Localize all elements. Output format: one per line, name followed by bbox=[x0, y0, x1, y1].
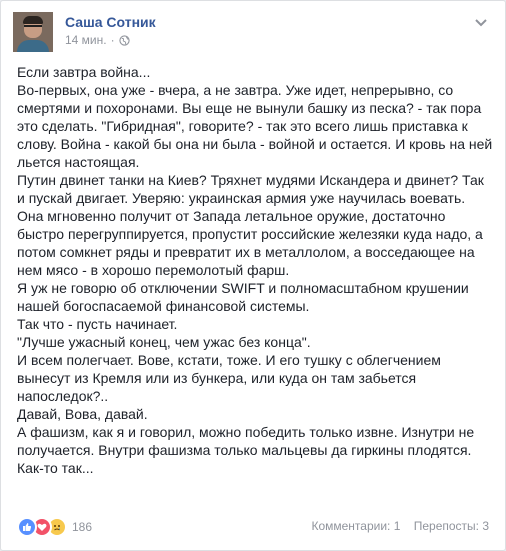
post-paragraph: Как-то так... bbox=[17, 460, 94, 476]
post-paragraph: Так что - пусть начинает. bbox=[17, 316, 178, 332]
comments-count-link[interactable]: Комментарии: 1 bbox=[311, 519, 400, 533]
post-paragraph: "Лучше ужасный конец, чем ужас без конца… bbox=[17, 334, 311, 350]
reactions-summary[interactable]: 186 bbox=[17, 517, 92, 537]
post-meta: 14 мин. · bbox=[65, 33, 130, 47]
like-icon bbox=[17, 517, 37, 537]
post-card: Саша Сотник 14 мин. · Если завтра война.… bbox=[0, 0, 506, 551]
post-paragraph: Если завтра война... bbox=[17, 64, 151, 80]
post-timestamp[interactable]: 14 мин. bbox=[65, 33, 107, 47]
post-paragraph: И всем полегчает. Вове, кстати, тоже. И … bbox=[17, 352, 441, 404]
post-header: Саша Сотник 14 мин. · bbox=[13, 12, 493, 54]
post-paragraph: А фашизм, как я и говорил, можно победит… bbox=[17, 424, 475, 458]
post-paragraph: Я уж не говорю об отключении SWIFT и пол… bbox=[17, 280, 469, 314]
meta-separator: · bbox=[110, 33, 115, 47]
post-paragraph: Путин двинет танки на Киев? Тряхнет мудя… bbox=[17, 172, 484, 278]
globe-icon[interactable] bbox=[118, 34, 130, 46]
avatar[interactable] bbox=[13, 12, 53, 52]
shares-count-link[interactable]: Перепосты: 3 bbox=[414, 519, 489, 533]
reaction-count: 186 bbox=[72, 520, 93, 534]
post-footer: 186 Комментарии: 1 Перепосты: 3 bbox=[17, 513, 489, 539]
post-stats: Комментарии: 1 Перепосты: 3 bbox=[301, 519, 489, 533]
post-paragraph: Давай, Вова, давай. bbox=[17, 406, 148, 422]
chevron-down-icon[interactable] bbox=[473, 16, 489, 28]
author-name[interactable]: Саша Сотник bbox=[65, 14, 156, 30]
post-paragraph: Во-первых, она уже - вчера, а не завтра.… bbox=[17, 82, 493, 170]
post-body: Если завтра война... Во-первых, она уже … bbox=[17, 63, 495, 477]
